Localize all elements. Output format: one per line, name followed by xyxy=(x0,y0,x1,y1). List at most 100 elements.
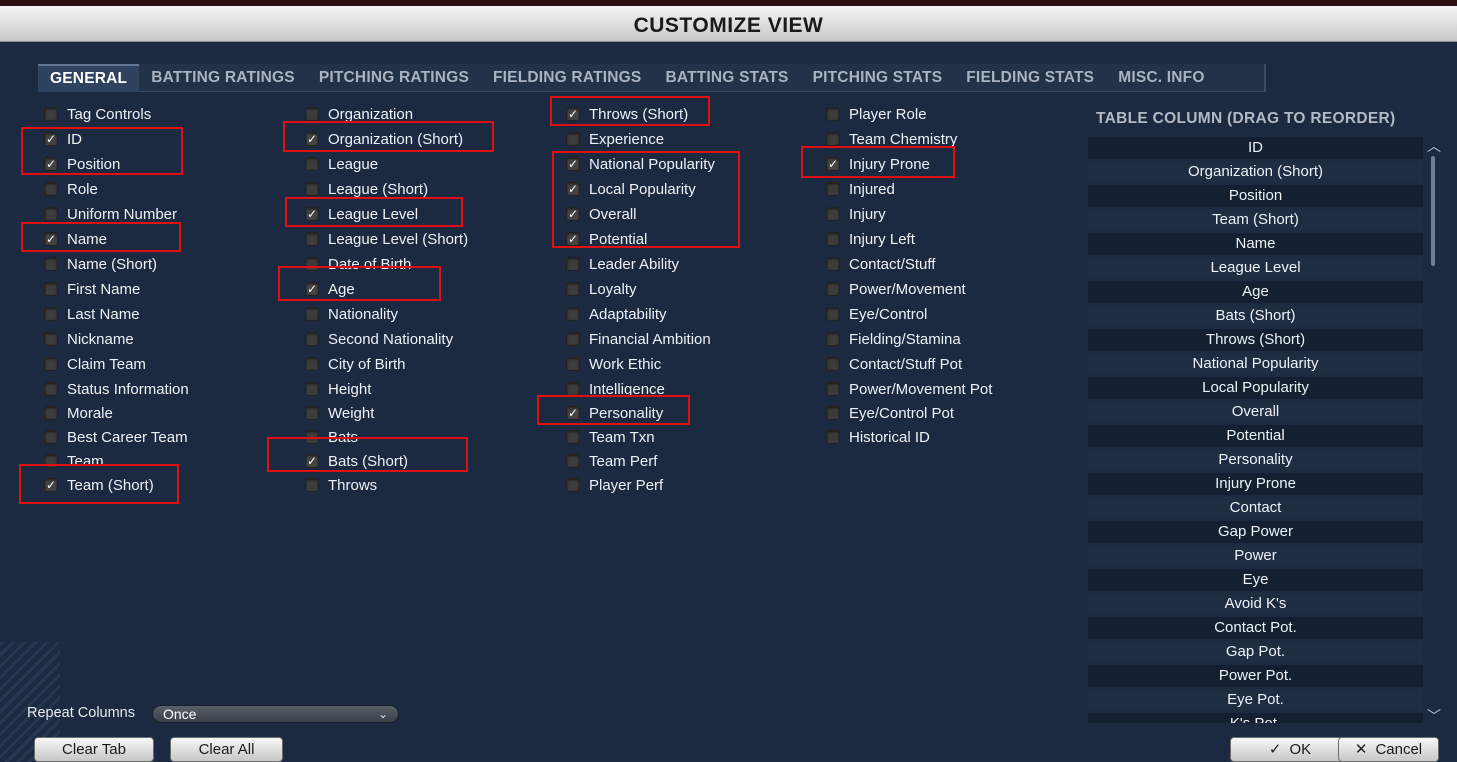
checkbox-unchecked[interactable] xyxy=(305,357,319,371)
checkbox-unchecked[interactable] xyxy=(44,282,58,296)
tab-batting-stats[interactable]: BATTING STATS xyxy=(653,64,800,92)
option-historical-id[interactable]: Historical ID xyxy=(826,427,930,447)
option-second-nationality[interactable]: Second Nationality xyxy=(305,329,453,349)
option-nickname[interactable]: Nickname xyxy=(44,329,134,349)
checkbox-unchecked[interactable] xyxy=(44,107,58,121)
table-column-item[interactable]: Name xyxy=(1088,233,1423,257)
option-work-ethic[interactable]: Work Ethic xyxy=(566,354,661,374)
option-throws[interactable]: Throws xyxy=(305,475,377,495)
scrollbar-thumb[interactable] xyxy=(1431,156,1435,266)
option-status-information[interactable]: Status Information xyxy=(44,379,189,399)
tab-pitching-stats[interactable]: PITCHING STATS xyxy=(801,64,955,92)
option-adaptability[interactable]: Adaptability xyxy=(566,304,667,324)
clear-tab-button[interactable]: Clear Tab xyxy=(34,737,154,762)
option-league-level-short[interactable]: League Level (Short) xyxy=(305,229,468,249)
table-column-item[interactable]: Gap Power xyxy=(1088,521,1423,545)
option-league[interactable]: League xyxy=(305,154,378,174)
table-column-item[interactable]: Eye xyxy=(1088,569,1423,593)
checkbox-unchecked[interactable] xyxy=(44,430,58,444)
tab-misc-info[interactable]: MISC. INFO xyxy=(1106,64,1216,92)
checkbox-unchecked[interactable] xyxy=(305,406,319,420)
checkbox-unchecked[interactable] xyxy=(566,478,580,492)
checkbox-unchecked[interactable] xyxy=(44,382,58,396)
table-column-item[interactable]: National Popularity xyxy=(1088,353,1423,377)
checkbox-unchecked[interactable] xyxy=(44,182,58,196)
option-contact-stuff[interactable]: Contact/Stuff xyxy=(826,254,935,274)
checkbox-unchecked[interactable] xyxy=(305,107,319,121)
checkbox-unchecked[interactable] xyxy=(44,406,58,420)
checkbox-unchecked[interactable] xyxy=(566,307,580,321)
clear-all-button[interactable]: Clear All xyxy=(170,737,283,762)
checkbox-unchecked[interactable] xyxy=(305,382,319,396)
scroll-up-icon[interactable]: ︿ xyxy=(1427,139,1441,153)
tab-fielding-stats[interactable]: FIELDING STATS xyxy=(954,64,1106,92)
table-column-item[interactable]: League Level xyxy=(1088,257,1423,281)
table-column-item[interactable]: Gap Pot. xyxy=(1088,641,1423,665)
option-uniform-number[interactable]: Uniform Number xyxy=(44,204,177,224)
option-name-short[interactable]: Name (Short) xyxy=(44,254,157,274)
checkbox-unchecked[interactable] xyxy=(44,257,58,271)
checkbox-unchecked[interactable] xyxy=(44,332,58,346)
checkbox-unchecked[interactable] xyxy=(826,307,840,321)
checkbox-unchecked[interactable] xyxy=(305,157,319,171)
table-column-item[interactable]: Avoid K's xyxy=(1088,593,1423,617)
table-column-item[interactable]: Power xyxy=(1088,545,1423,569)
table-column-item[interactable]: Eye Pot. xyxy=(1088,689,1423,713)
table-column-item[interactable]: Contact Pot. xyxy=(1088,617,1423,641)
option-height[interactable]: Height xyxy=(305,379,371,399)
option-team-perf[interactable]: Team Perf xyxy=(566,451,657,471)
ok-button[interactable]: ✓ OK xyxy=(1230,737,1350,762)
checkbox-unchecked[interactable] xyxy=(566,357,580,371)
checkbox-unchecked[interactable] xyxy=(826,207,840,221)
option-power-movement[interactable]: Power/Movement xyxy=(826,279,966,299)
table-column-item[interactable]: Team (Short) xyxy=(1088,209,1423,233)
checkbox-unchecked[interactable] xyxy=(566,332,580,346)
table-column-item[interactable]: Bats (Short) xyxy=(1088,305,1423,329)
tab-fielding-ratings[interactable]: FIELDING RATINGS xyxy=(481,64,653,92)
option-injury[interactable]: Injury xyxy=(826,204,886,224)
table-column-item[interactable]: Organization (Short) xyxy=(1088,161,1423,185)
cancel-button[interactable]: ✕ Cancel xyxy=(1338,737,1439,762)
checkbox-unchecked[interactable] xyxy=(305,182,319,196)
checkbox-unchecked[interactable] xyxy=(566,454,580,468)
checkbox-unchecked[interactable] xyxy=(826,232,840,246)
option-city-of-birth[interactable]: City of Birth xyxy=(305,354,406,374)
table-column-item[interactable]: Injury Prone xyxy=(1088,473,1423,497)
option-financial-ambition[interactable]: Financial Ambition xyxy=(566,329,711,349)
table-column-item[interactable]: ID xyxy=(1088,137,1423,161)
checkbox-unchecked[interactable] xyxy=(826,357,840,371)
checkbox-unchecked[interactable] xyxy=(44,307,58,321)
option-player-perf[interactable]: Player Perf xyxy=(566,475,663,495)
table-column-item[interactable]: Contact xyxy=(1088,497,1423,521)
option-experience[interactable]: Experience xyxy=(566,129,664,149)
checkbox-unchecked[interactable] xyxy=(566,382,580,396)
checkbox-unchecked[interactable] xyxy=(305,478,319,492)
table-column-item[interactable]: Potential xyxy=(1088,425,1423,449)
checkbox-unchecked[interactable] xyxy=(826,182,840,196)
option-injured[interactable]: Injured xyxy=(826,179,895,199)
checkbox-unchecked[interactable] xyxy=(44,357,58,371)
option-fielding-stamina[interactable]: Fielding/Stamina xyxy=(826,329,961,349)
table-column-item[interactable]: Local Popularity xyxy=(1088,377,1423,401)
option-team-txn[interactable]: Team Txn xyxy=(566,427,655,447)
option-tag-controls[interactable]: Tag Controls xyxy=(44,104,151,124)
table-column-item[interactable]: K's Pot. xyxy=(1088,713,1423,723)
scroll-down-icon[interactable]: ﹀ xyxy=(1427,709,1441,723)
checkbox-unchecked[interactable] xyxy=(305,232,319,246)
checkbox-unchecked[interactable] xyxy=(826,382,840,396)
table-column-scrollbar[interactable]: ︿ ﹀ xyxy=(1427,139,1441,723)
checkbox-unchecked[interactable] xyxy=(826,132,840,146)
option-league-short[interactable]: League (Short) xyxy=(305,179,428,199)
checkbox-unchecked[interactable] xyxy=(566,257,580,271)
option-player-role[interactable]: Player Role xyxy=(826,104,927,124)
option-best-career-team[interactable]: Best Career Team xyxy=(44,427,188,447)
table-column-list[interactable]: ID Organization (Short) Position Team (Shor… xyxy=(1088,137,1423,723)
option-weight[interactable]: Weight xyxy=(305,403,374,423)
option-eye-control-pot[interactable]: Eye/Control Pot xyxy=(826,403,954,423)
checkbox-unchecked[interactable] xyxy=(566,282,580,296)
checkbox-unchecked[interactable] xyxy=(44,207,58,221)
option-leader-ability[interactable]: Leader Ability xyxy=(566,254,679,274)
checkbox-unchecked[interactable] xyxy=(826,257,840,271)
option-power-movement-pot[interactable]: Power/Movement Pot xyxy=(826,379,992,399)
table-column-item[interactable]: Personality xyxy=(1088,449,1423,473)
